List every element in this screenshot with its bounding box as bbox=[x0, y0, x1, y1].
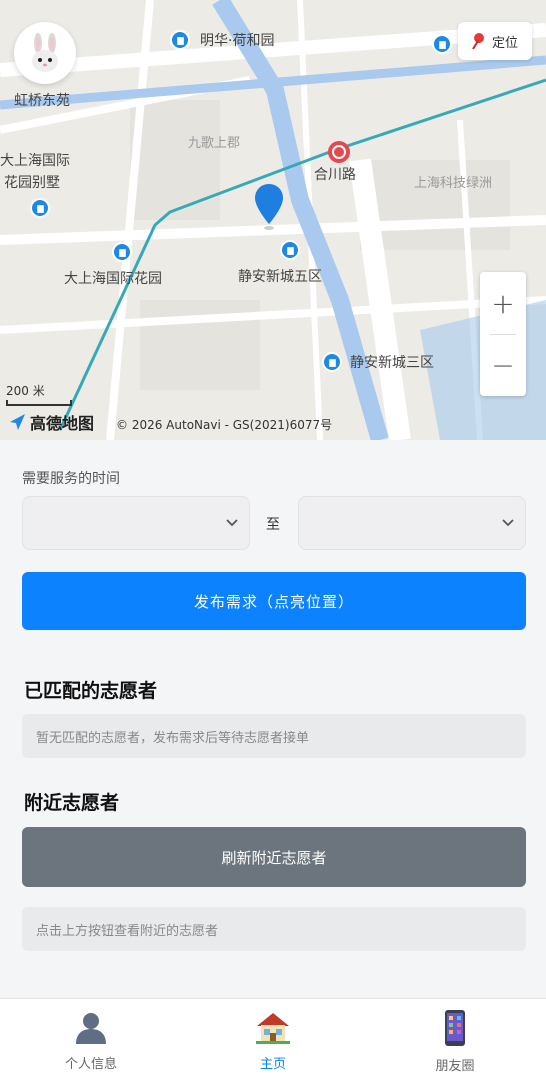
chevron-down-icon bbox=[502, 519, 514, 527]
tab-label: 朋友圈 bbox=[435, 1059, 475, 1074]
house-icon bbox=[256, 1013, 290, 1044]
map-pin-icon bbox=[472, 33, 484, 50]
amap-logo: 高德地图 bbox=[8, 410, 94, 434]
tab-home[interactable]: 主页 bbox=[182, 999, 364, 1080]
building-poi-icon[interactable] bbox=[432, 34, 452, 54]
divider bbox=[490, 334, 516, 335]
copyright-text: © 2026 AutoNavi - GS(2021)6077号 bbox=[116, 418, 333, 432]
rabbit-icon bbox=[32, 33, 58, 72]
building-poi-icon[interactable] bbox=[170, 30, 190, 50]
map-label: 上海科技绿洲 bbox=[414, 176, 493, 191]
matched-empty-message: 暂无匹配的志愿者，发布需求后等待志愿者接单 bbox=[22, 714, 526, 758]
location-pin-icon bbox=[255, 184, 283, 234]
tab-label: 个人信息 bbox=[64, 1057, 117, 1072]
to-text: 至 bbox=[266, 517, 280, 533]
end-time-select[interactable] bbox=[298, 496, 526, 550]
main-content: 需要服务的时间 至 发布需求（点亮位置） 已匹配的志愿者 暂无匹配的志愿者，发布… bbox=[0, 440, 546, 998]
map-label: 大上海国际 bbox=[0, 153, 70, 169]
person-icon bbox=[76, 1013, 106, 1044]
map-label: 合川路 bbox=[314, 167, 356, 183]
map-label: 花园别墅 bbox=[4, 175, 60, 191]
brand-text: 高德地图 bbox=[30, 414, 95, 433]
avatar[interactable] bbox=[14, 22, 76, 84]
tab-profile[interactable]: 个人信息 bbox=[0, 999, 182, 1080]
start-time-select[interactable] bbox=[22, 496, 250, 550]
building-poi-icon[interactable] bbox=[30, 198, 50, 218]
building-poi-icon[interactable] bbox=[280, 240, 300, 260]
chevron-down-icon bbox=[226, 519, 238, 527]
nearby-volunteers-title: 附近志愿者 bbox=[24, 792, 120, 814]
nearby-hint-message: 点击上方按钮查看附近的志愿者 bbox=[22, 907, 526, 951]
building-poi-icon[interactable] bbox=[322, 352, 342, 372]
zoom-in-button[interactable]: + bbox=[480, 272, 526, 334]
map-view[interactable]: 明华·荷和园 虹桥东苑 大上海国际 花园别墅 九歌上郡 合川路 上海科技绿洲 大… bbox=[0, 0, 546, 440]
building-poi-icon[interactable] bbox=[112, 242, 132, 262]
map-label: 大上海国际花园 bbox=[64, 271, 162, 287]
map-label: 九歌上郡 bbox=[188, 136, 241, 151]
locate-label: 定位 bbox=[491, 35, 518, 51]
map-label: 虹桥东苑 bbox=[14, 93, 70, 109]
map-label: 明华·荷和园 bbox=[200, 33, 275, 49]
publish-request-button[interactable]: 发布需求（点亮位置） bbox=[22, 572, 526, 630]
map-label: 静安新城五区 bbox=[238, 269, 322, 285]
locate-button[interactable]: 定位 bbox=[457, 22, 532, 60]
navigation-arrow-icon bbox=[10, 414, 25, 430]
zoom-out-button[interactable]: − bbox=[480, 334, 526, 396]
scale-bar bbox=[6, 400, 72, 406]
matched-volunteers-title: 已匹配的志愿者 bbox=[24, 680, 158, 702]
time-label: 需要服务的时间 bbox=[22, 471, 120, 487]
refresh-nearby-button[interactable]: 刷新附近志愿者 bbox=[22, 827, 526, 887]
tab-label: 主页 bbox=[259, 1057, 286, 1072]
zoom-control: + − bbox=[480, 272, 526, 396]
phone-icon bbox=[445, 1010, 465, 1046]
map-label: 静安新城三区 bbox=[350, 355, 434, 371]
scale-text: 200 米 bbox=[6, 384, 45, 398]
tab-moments[interactable]: 朋友圈 bbox=[364, 999, 546, 1080]
bottom-tab-bar: 个人信息 主页 朋友圈 bbox=[0, 998, 546, 1080]
